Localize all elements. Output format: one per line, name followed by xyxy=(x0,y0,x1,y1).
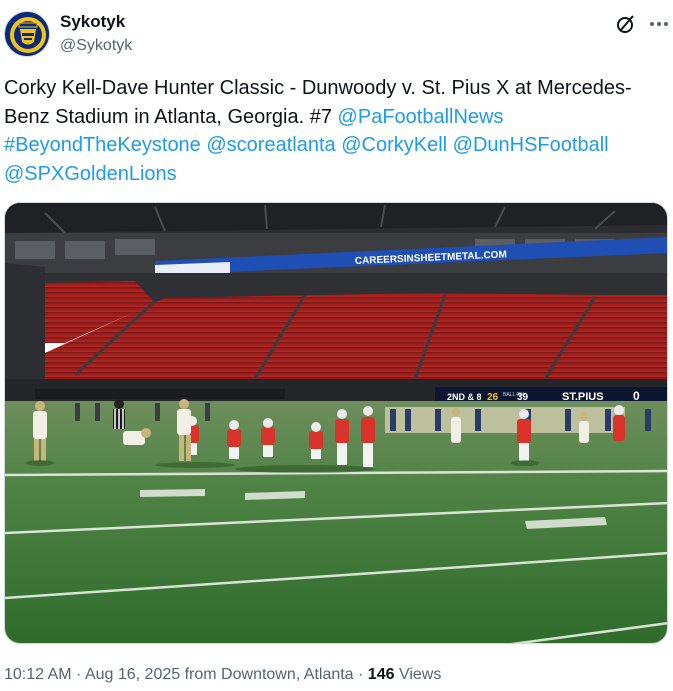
mention-scoreatlanta[interactable]: @scoreatlanta xyxy=(206,134,335,156)
author-avatar[interactable] xyxy=(4,11,50,57)
views-label: Views xyxy=(398,666,442,683)
rocket-logo-icon xyxy=(5,12,49,56)
tweet-photo[interactable]: CAREERSINSHEETMETAL.COM 2ND & 8 26 BALL … xyxy=(4,202,668,644)
mention-dunhsfootball[interactable]: @DunHSFootball xyxy=(453,134,609,156)
more-icon xyxy=(650,22,668,26)
tweet-text-body: Corky Kell-Dave Hunter Classic - Dunwood… xyxy=(4,77,632,128)
mention-spxgoldenlions[interactable]: @SPXGoldenLions xyxy=(4,163,177,185)
tweet-date[interactable]: Aug 16, 2025 xyxy=(85,666,180,683)
tweet-source: from Downtown, Atlanta xyxy=(184,666,354,683)
scoreboard-down: 2ND & 8 xyxy=(447,392,482,402)
hashtag-beyondthekeystone[interactable]: #BeyondTheKeystone xyxy=(4,134,201,156)
tweet-metadata: 10:12 AM · Aug 16, 2025 from Downtown, A… xyxy=(4,666,442,683)
mention-corkykell[interactable]: @CorkyKell xyxy=(341,134,447,156)
tweet-time[interactable]: 10:12 AM xyxy=(4,666,72,683)
author-name[interactable]: Sykotyk xyxy=(60,12,125,32)
views-count: 146 xyxy=(367,666,395,683)
grok-button[interactable] xyxy=(614,12,638,36)
tweet-text: Corky Kell-Dave Hunter Classic - Dunwood… xyxy=(4,74,664,188)
mention-pafootballnews[interactable]: @PaFootballNews xyxy=(338,106,504,128)
stadium-photo: CAREERSINSHEETMETAL.COM 2ND & 8 26 BALL … xyxy=(5,203,667,643)
grok-icon xyxy=(617,15,634,33)
more-button[interactable] xyxy=(646,12,672,36)
scoreboard-score: 0 xyxy=(633,389,640,403)
author-handle[interactable]: @Sykotyk xyxy=(60,37,132,55)
tweet-header: Sykotyk @Sykotyk xyxy=(0,0,673,68)
